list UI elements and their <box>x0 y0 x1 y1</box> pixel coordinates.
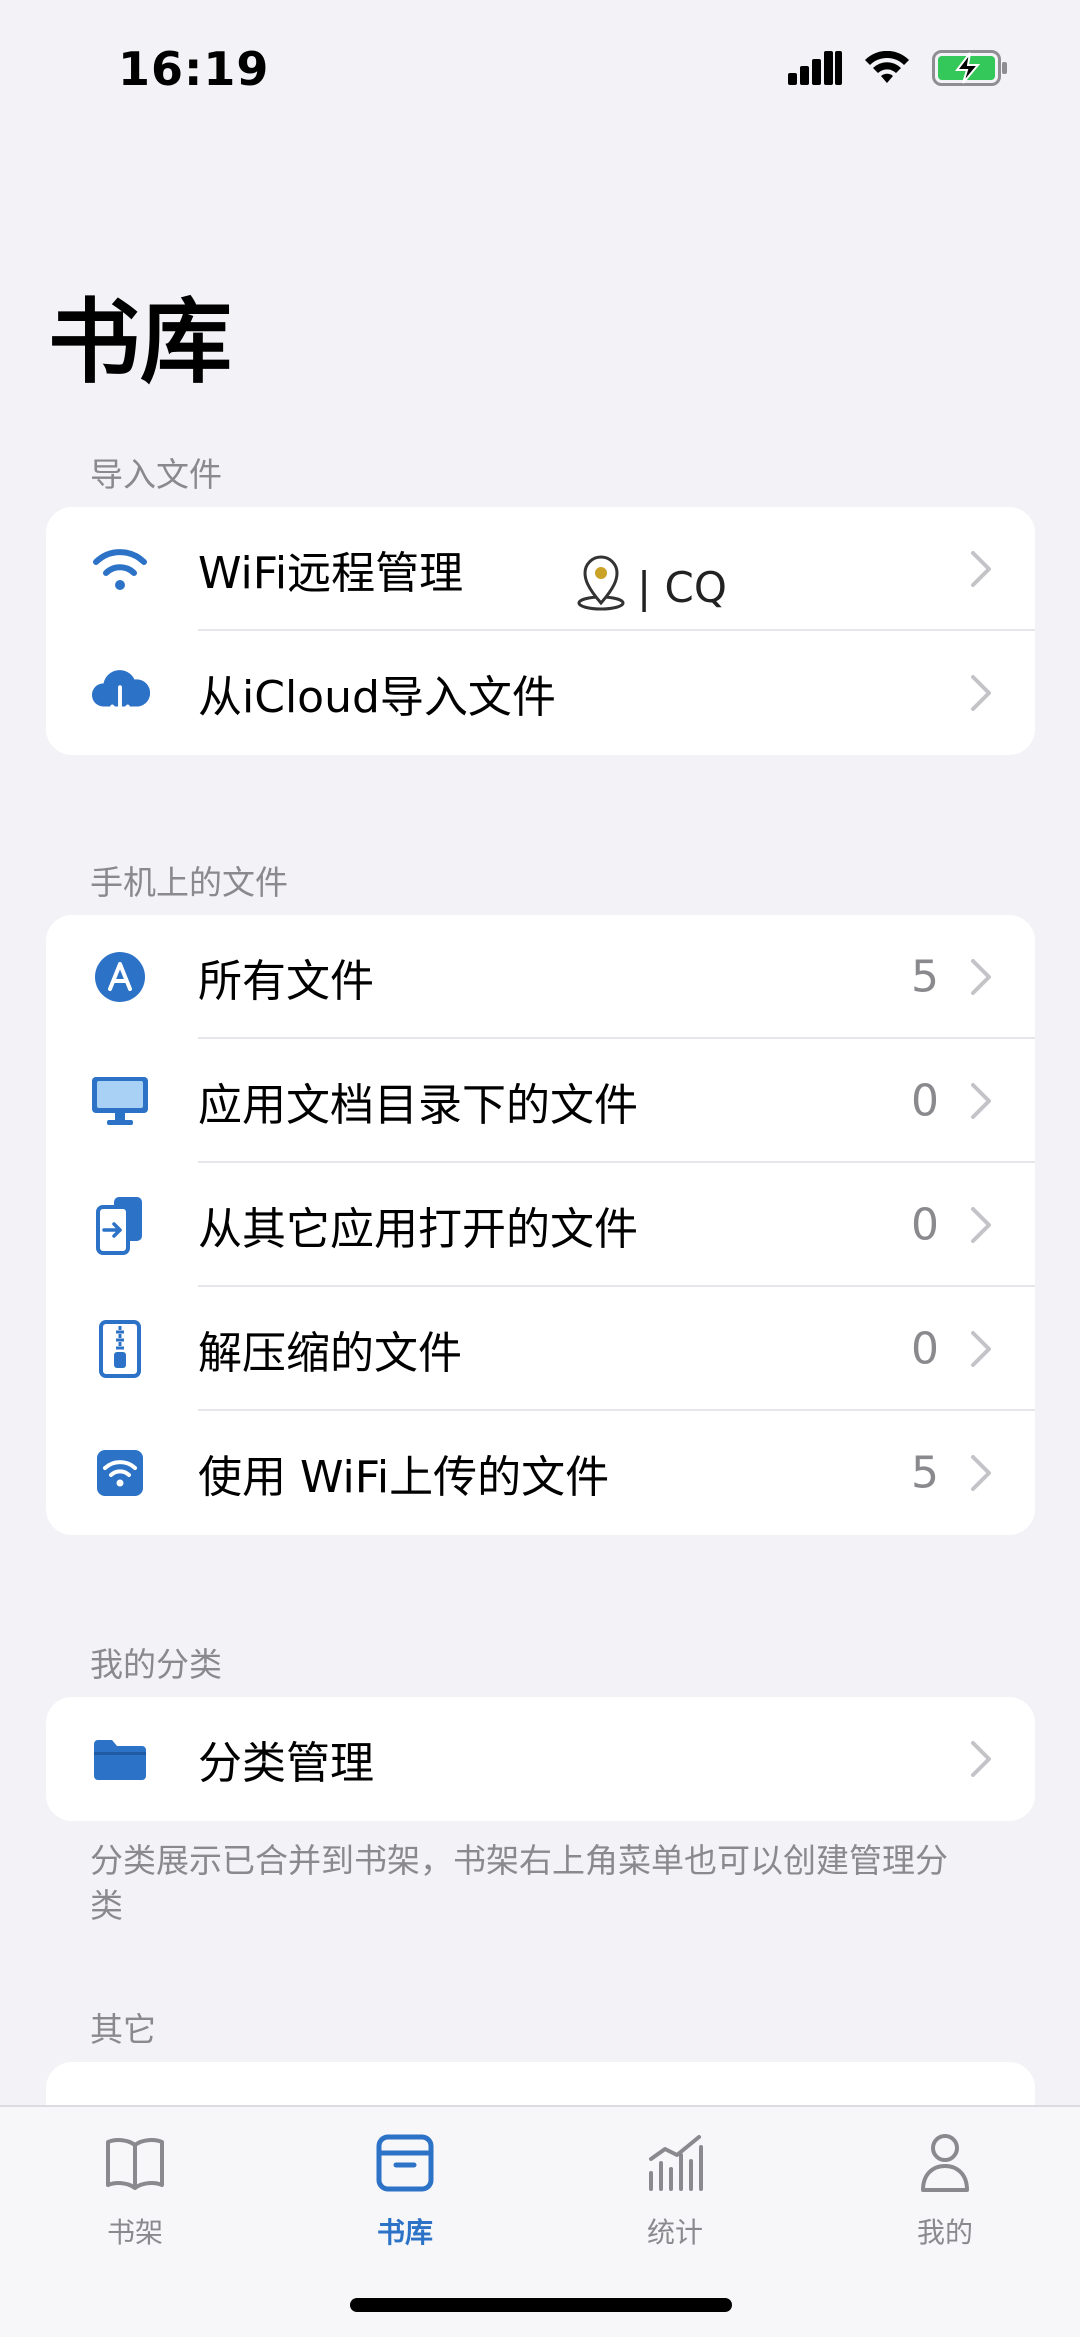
status-icons <box>788 50 1008 90</box>
row-icloud-import[interactable]: 从iCloud导入文件 <box>46 631 1035 755</box>
row-label: 分类管理 <box>198 1738 374 1789</box>
chevron-right-icon <box>971 1207 991 1243</box>
battery-charging-icon <box>932 50 1008 90</box>
row-label: 所有文件 <box>198 956 374 1007</box>
phone-files-card: 所有文件 5 应用文档目录下的文件 0 从其它应用打开的文件 0 解压缩的文件 … <box>46 915 1035 1535</box>
section-header-phone-files: 手机上的文件 <box>90 863 288 902</box>
row-label: 应用文档目录下的文件 <box>198 1080 638 1131</box>
tab-label: 书库 <box>376 2216 433 2249</box>
row-app-documents[interactable]: 应用文档目录下的文件 0 <box>46 1039 1035 1163</box>
row-opened-from-apps[interactable]: 从其它应用打开的文件 0 <box>46 1163 1035 1287</box>
page-title: 书库 <box>48 289 233 396</box>
row-wifi-uploaded[interactable]: 使用 WiFi上传的文件 5 <box>46 1411 1035 1535</box>
row-label: 从iCloud导入文件 <box>198 672 556 723</box>
wifi-status-icon <box>864 50 910 89</box>
bar-chart-icon <box>575 2127 775 2199</box>
zip-icon <box>90 1319 150 1379</box>
file-count: 0 <box>911 1199 939 1251</box>
status-time: 16:19 <box>118 42 270 96</box>
location-tag: | CQ <box>575 553 727 621</box>
archive-box-icon <box>305 2127 505 2199</box>
book-icon <box>35 2127 235 2199</box>
cellular-signal-icon <box>788 51 842 89</box>
tab-label: 书架 <box>106 2216 163 2249</box>
file-count: 5 <box>911 951 939 1003</box>
cloud-download-icon <box>90 663 150 723</box>
file-count: 5 <box>911 1447 939 1499</box>
chevron-right-icon <box>971 551 991 587</box>
section-header-import: 导入文件 <box>90 455 222 494</box>
chevron-right-icon <box>971 1331 991 1367</box>
row-label: 从其它应用打开的文件 <box>198 1204 638 1255</box>
categories-card: 分类管理 <box>46 1697 1035 1821</box>
file-count: 0 <box>911 1323 939 1375</box>
row-wifi-remote[interactable]: WiFi远程管理 <box>46 507 1035 631</box>
wifi-icon <box>90 539 150 599</box>
tab-profile[interactable]: 我的 <box>845 2127 1045 2251</box>
chevron-right-icon <box>971 1083 991 1119</box>
chevron-right-icon <box>971 959 991 995</box>
status-bar: 16:19 <box>0 0 1080 140</box>
wifi-upload-icon <box>90 1443 150 1503</box>
app-open-icon <box>90 1195 150 1255</box>
tab-bookshelf[interactable]: 书架 <box>35 2127 235 2251</box>
import-card: WiFi远程管理 从iCloud导入文件 <box>46 507 1035 755</box>
row-all-files[interactable]: 所有文件 5 <box>46 915 1035 1039</box>
tab-label: 统计 <box>646 2216 703 2249</box>
row-unzipped-files[interactable]: 解压缩的文件 0 <box>46 1287 1035 1411</box>
location-pin-icon <box>575 553 627 621</box>
location-tag-text: | CQ <box>637 562 727 612</box>
row-label: 解压缩的文件 <box>198 1328 462 1379</box>
section-header-categories: 我的分类 <box>90 1645 222 1684</box>
row-label: 使用 WiFi上传的文件 <box>198 1452 610 1503</box>
chevron-right-icon <box>971 1741 991 1777</box>
tab-label: 我的 <box>916 2216 973 2249</box>
home-indicator <box>350 2298 732 2312</box>
person-icon <box>845 2127 1045 2199</box>
file-count: 0 <box>911 1075 939 1127</box>
tab-statistics[interactable]: 统计 <box>575 2127 775 2251</box>
row-label: WiFi远程管理 <box>198 548 464 599</box>
tab-library[interactable]: 书库 <box>305 2127 505 2251</box>
folder-icon <box>90 1729 150 1789</box>
section-header-other: 其它 <box>90 2010 156 2049</box>
categories-footer-note: 分类展示已合并到书架，书架右上角菜单也可以创建管理分类 <box>90 1841 948 1925</box>
all-files-icon <box>90 947 150 1007</box>
chevron-right-icon <box>971 675 991 711</box>
row-category-management[interactable]: 分类管理 <box>46 1697 1035 1821</box>
monitor-icon <box>90 1071 150 1131</box>
chevron-right-icon <box>971 1455 991 1491</box>
